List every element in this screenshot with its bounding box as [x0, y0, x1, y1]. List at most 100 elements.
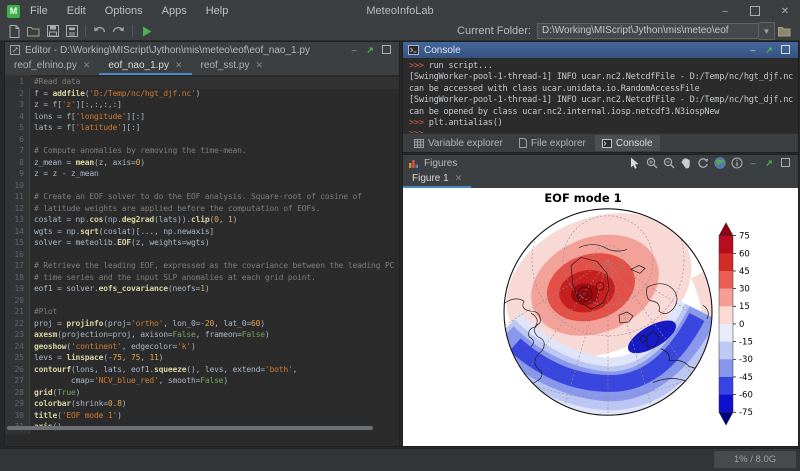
- save-icon[interactable]: [43, 23, 62, 39]
- meteoinfo-logo-icon: M: [7, 5, 20, 18]
- code-line: 7# Compute anomalies by removing the tim…: [5, 146, 399, 158]
- code-line: 23axesm(projection=proj, axison=False, f…: [5, 330, 399, 342]
- editor-panel: Editor - D:\Working\MIScript\Jython\mis\…: [4, 41, 400, 447]
- memory-indicator[interactable]: 1% / 8.0G: [714, 451, 796, 468]
- chevron-down-icon[interactable]: ▼: [759, 22, 775, 40]
- close-icon[interactable]: ✕: [175, 60, 183, 71]
- horizontal-scrollbar[interactable]: [7, 426, 373, 430]
- figure-title: EOF mode 1: [544, 191, 621, 205]
- panel-float-icon[interactable]: ↗: [362, 45, 378, 56]
- console-output[interactable]: >>> run script... [SwingWorker-pool-1-th…: [403, 58, 798, 134]
- editor-tab-bar: reof_elnino.py ✕ eof_nao_1.py ✕ reof_sst…: [5, 58, 399, 76]
- code-editor-area[interactable]: 1#Read data2f = addfile('D:/Temp/nc/hgt_…: [5, 75, 399, 434]
- line-number: 17: [5, 261, 24, 270]
- zoom-out-icon[interactable]: [660, 156, 677, 171]
- colorbar-tick-label: 30: [739, 284, 750, 294]
- line-number: 3: [5, 100, 24, 109]
- close-icon[interactable]: ✕: [455, 173, 463, 184]
- console-panel-title: Console: [424, 45, 461, 56]
- tab-reof-sst[interactable]: reof_sst.py ✕: [192, 57, 272, 75]
- line-number: 6: [5, 135, 24, 144]
- close-icon[interactable]: ✕: [83, 60, 91, 71]
- tab-variable-explorer[interactable]: Variable explorer: [407, 135, 510, 151]
- browse-folder-icon[interactable]: [775, 23, 794, 39]
- menu-file[interactable]: File: [30, 5, 48, 17]
- code-line: 17# Retrieve the leading EOF, expressed …: [5, 261, 399, 273]
- zoom-in-icon[interactable]: [643, 156, 660, 171]
- console-line: can be accessed with class ucar.unidata.…: [409, 84, 792, 95]
- pan-hand-icon[interactable]: [677, 156, 694, 171]
- menu-apps[interactable]: Apps: [162, 5, 187, 17]
- console-line: >>> run script...: [409, 61, 792, 72]
- menu-edit[interactable]: Edit: [67, 5, 86, 17]
- tab-console[interactable]: Console: [595, 135, 660, 151]
- console-line: [SwingWorker-pool-1-thread-1] INFO ucar.…: [409, 72, 792, 83]
- panel-minimize-icon[interactable]: –: [745, 158, 761, 168]
- current-folder-label: Current Folder:: [457, 25, 531, 37]
- globe-icon[interactable]: [711, 156, 728, 171]
- console-line: [SwingWorker-pool-1-thread-1] INFO ucar.…: [409, 95, 792, 106]
- undo-icon[interactable]: [90, 23, 109, 39]
- line-number: 14: [5, 227, 24, 236]
- main-toolbar: Current Folder: D:\Working\MIScript\Jyth…: [0, 22, 800, 41]
- console-line: can be opened by class ucar.nc2.internal…: [409, 107, 792, 118]
- panel-float-icon[interactable]: ↗: [761, 158, 777, 169]
- panel-maximize-icon[interactable]: [777, 45, 793, 56]
- line-number: 24: [5, 342, 24, 351]
- open-folder-icon[interactable]: [24, 23, 43, 39]
- panel-float-icon[interactable]: ↗: [761, 45, 777, 56]
- tab-label: reof_sst.py: [201, 60, 250, 71]
- menu-help[interactable]: Help: [206, 5, 229, 17]
- close-icon[interactable]: ✕: [255, 60, 263, 71]
- eof-contour-field: [485, 188, 714, 403]
- line-number: 26: [5, 365, 24, 374]
- info-icon[interactable]: [728, 156, 745, 171]
- terminal-icon: [602, 139, 612, 148]
- colorbar-tick-label: 75: [739, 231, 750, 241]
- tab-reof-elnino[interactable]: reof_elnino.py ✕: [5, 57, 99, 75]
- line-number: 21: [5, 307, 24, 316]
- code-line: 8z_mean = mean(z, axis=0): [5, 158, 399, 170]
- window-maximize-button[interactable]: [740, 0, 770, 22]
- window-close-button[interactable]: ✕: [770, 0, 800, 22]
- tab-figure-1[interactable]: Figure 1 ✕: [403, 170, 471, 188]
- line-number: 29: [5, 399, 24, 408]
- current-folder-combobox[interactable]: D:\Working\MIScript\Jython\mis\meteo\eof: [537, 23, 759, 39]
- code-line: 6: [5, 135, 399, 147]
- figure-tab-bar: Figure 1 ✕: [403, 171, 798, 189]
- menu-options[interactable]: Options: [105, 5, 143, 17]
- tab-eof-nao-1[interactable]: eof_nao_1.py ✕: [99, 57, 191, 75]
- colorbar-tick-label: 60: [739, 248, 750, 258]
- code-line: 15solver = meteolib.EOF(z, weights=wgts): [5, 238, 399, 250]
- figure-canvas[interactable]: EOF mode 1: [403, 188, 798, 446]
- tab-file-explorer[interactable]: File explorer: [512, 135, 593, 151]
- toolbar-separator: [132, 25, 133, 37]
- colorbar-tick-label: 0: [739, 319, 744, 329]
- line-number: 8: [5, 158, 24, 167]
- line-number: 30: [5, 411, 24, 420]
- code-line: 30title('EOF mode 1'): [5, 411, 399, 423]
- panel-maximize-icon[interactable]: [378, 45, 394, 56]
- save-as-icon[interactable]: [62, 23, 81, 39]
- line-number: 27: [5, 376, 24, 385]
- figures-panel-header: Figures: [403, 155, 798, 171]
- panel-maximize-icon[interactable]: [777, 158, 793, 169]
- terminal-icon: [408, 45, 419, 55]
- cursor-icon[interactable]: [626, 156, 643, 171]
- code-line: 21#Plot: [5, 307, 399, 319]
- tab-label: Figure 1: [412, 173, 449, 184]
- line-number: 11: [5, 192, 24, 201]
- line-number: 1: [5, 77, 24, 86]
- panel-minimize-icon[interactable]: –: [745, 45, 761, 55]
- title-bar: M File Edit Options Apps Help MeteoInfoL…: [0, 0, 800, 22]
- window-minimize-button[interactable]: –: [710, 0, 740, 22]
- colorbar-tick-label: -30: [739, 354, 753, 364]
- code-line: 4lons = f['longitude'][:]: [5, 112, 399, 124]
- rotate-icon[interactable]: [694, 156, 711, 171]
- run-script-icon[interactable]: [137, 23, 156, 39]
- code-line: 5lats = f['latitude'][:]: [5, 123, 399, 135]
- panel-minimize-icon[interactable]: –: [346, 45, 362, 55]
- redo-icon[interactable]: [109, 23, 128, 39]
- code-line: 26contourf(lons, lats, eof1.squeeze(), l…: [5, 365, 399, 377]
- new-file-icon[interactable]: [5, 23, 24, 39]
